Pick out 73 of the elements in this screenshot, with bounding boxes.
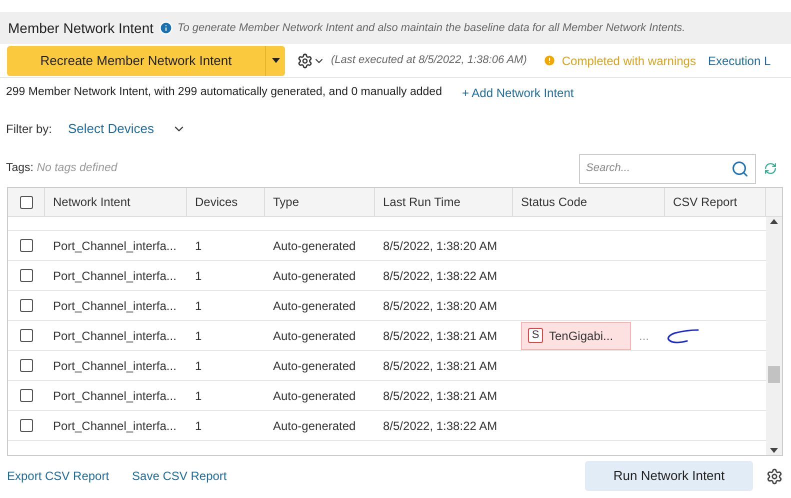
column-header[interactable]: Network Intent xyxy=(45,188,187,216)
gear-icon xyxy=(297,52,313,68)
table-cell[interactable]: Port_Channel_interfa... xyxy=(45,236,187,254)
tags-text: Tags: No tags defined xyxy=(6,160,118,176)
caret-icon xyxy=(272,58,280,63)
table-cell[interactable]: Port_Channel_interfa... xyxy=(45,416,187,434)
hand-drawn-arrow-icon xyxy=(665,326,699,344)
checkbox[interactable] xyxy=(20,269,33,282)
table-cell-text: 8/5/2022, 1:38:20 AM xyxy=(382,298,498,314)
table-cell-text: Auto-generated xyxy=(272,358,357,374)
checkbox[interactable] xyxy=(20,196,32,208)
checkbox[interactable] xyxy=(20,389,33,402)
table-cell-text: Auto-generated xyxy=(272,328,357,344)
table-cell-text: 8/5/2022, 1:38:21 AM xyxy=(382,358,498,374)
scroll-up-icon[interactable] xyxy=(770,219,778,224)
table-cell-text: Auto-generated xyxy=(272,268,357,284)
warning-icon xyxy=(542,54,556,67)
last-executed-text: (Last executed at 8/5/2022, 1:38:06 AM) xyxy=(331,53,527,68)
settings-icon[interactable] xyxy=(766,468,783,484)
checkbox[interactable] xyxy=(20,239,33,252)
recreate-split-button[interactable]: Recreate Member Network Intent xyxy=(7,46,285,76)
table-cell-text: 8/5/2022, 1:38:20 AM xyxy=(382,238,498,254)
table-cell-text: 1 xyxy=(194,268,203,284)
add-network-intent-link[interactable]: + Add Network Intent xyxy=(462,84,574,102)
checkbox[interactable] xyxy=(20,329,33,342)
scrollbar-thumb[interactable] xyxy=(768,366,780,383)
table-cell[interactable]: Port_Channel_interfa... xyxy=(45,266,187,284)
scroll-down-icon[interactable] xyxy=(770,448,778,453)
table-cell-text: Auto-generated xyxy=(272,388,357,404)
status-tag[interactable]: S TenGigabi... xyxy=(521,322,631,350)
table-cell[interactable]: Port_Channel_interfa... xyxy=(45,356,187,374)
table-cell-text: 8/5/2022, 1:38:22 AM xyxy=(382,418,498,434)
select-devices-dropdown[interactable]: Select Devices xyxy=(68,119,186,139)
search-field[interactable]: Search... xyxy=(579,154,756,184)
table-cell-text: Auto-generated xyxy=(272,298,357,314)
table-cell-text: 1 xyxy=(194,388,203,404)
table-cell[interactable]: Port_Channel_interfa... xyxy=(45,386,187,404)
checkbox[interactable] xyxy=(20,419,33,432)
table-cell-text: Auto-generated xyxy=(272,238,357,254)
table-cell-text: 8/5/2022, 1:38:21 AM xyxy=(382,328,498,344)
scrollbar[interactable] xyxy=(766,217,782,455)
execution-log-link[interactable]: Execution L xyxy=(708,52,771,70)
refresh-icon[interactable] xyxy=(764,162,777,175)
table-cell-text: Auto-generated xyxy=(272,418,357,434)
table-cell-text: 1 xyxy=(194,328,203,344)
table-cell-text: 1 xyxy=(194,358,203,374)
table-cell-text: 8/5/2022, 1:38:22 AM xyxy=(382,268,498,284)
search-icon[interactable] xyxy=(731,160,749,178)
page-description: To generate Member Network Intent and also maintain the baseline data for all Member Network Intents. xyxy=(178,20,686,36)
column-header[interactable]: Status Code xyxy=(513,188,665,216)
table-cell-text: 1 xyxy=(194,298,203,314)
table-cell-text: 1 xyxy=(194,238,203,254)
table-cell[interactable]: Port_Channel_interfa... xyxy=(45,326,187,344)
filter-label: Filter by: xyxy=(6,121,52,138)
footer-link[interactable]: Save CSV Report xyxy=(132,467,227,485)
run-network-intent-button[interactable]: Run Network Intent xyxy=(585,461,753,491)
footer-link[interactable]: Export CSV Report xyxy=(7,467,110,485)
status-text: Completed with warnings xyxy=(562,52,696,70)
table-cell-text: 8/5/2022, 1:38:21 AM xyxy=(382,388,498,404)
search-input[interactable]: Search... xyxy=(586,160,731,177)
settings-dropdown[interactable] xyxy=(297,52,325,68)
page-title: Member Network Intent xyxy=(8,18,154,38)
column-header[interactable]: CSV Report xyxy=(665,188,766,216)
column-header[interactable]: Last Run Time xyxy=(375,188,513,216)
summary-text: 299 Member Network Intent, with 299 automatically generated, and 0 manually added xyxy=(6,85,442,100)
table-cell-text: 1 xyxy=(194,418,203,434)
severity-badge: S xyxy=(528,328,543,343)
info-icon[interactable] xyxy=(158,21,172,35)
column-header[interactable]: Devices xyxy=(187,188,265,216)
checkbox[interactable] xyxy=(20,299,33,312)
column-header[interactable]: Type xyxy=(265,188,375,216)
table-cell[interactable]: Port_Channel_interfa... xyxy=(45,296,187,314)
checkbox[interactable] xyxy=(20,359,33,372)
